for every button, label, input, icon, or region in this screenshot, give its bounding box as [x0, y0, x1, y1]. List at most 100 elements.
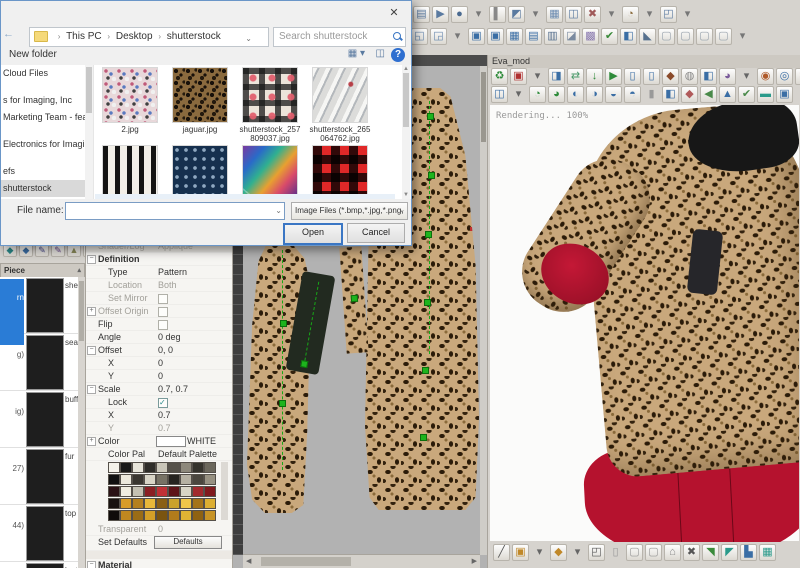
palette-color-cell[interactable] — [156, 462, 168, 473]
toolbar-icon[interactable]: ▾ — [603, 6, 620, 23]
toolbar-icon[interactable]: ◩ — [508, 6, 525, 23]
pattern-piece-strip[interactable] — [339, 246, 368, 353]
search-input[interactable]: Search shutterstock — [273, 27, 406, 47]
nav-item[interactable]: Electronics for Imaging, I — [1, 136, 93, 153]
toolbar-icon[interactable]: ▾ — [679, 6, 696, 23]
file-item[interactable]: 2.jpg — [97, 67, 163, 134]
back-icon[interactable]: ← — [3, 28, 14, 40]
file-item[interactable]: shutterstock_265 064762.jpg — [307, 67, 373, 143]
nav-item[interactable]: Marketing Team - feature — [1, 109, 93, 126]
palette-color-cell[interactable] — [144, 498, 156, 509]
toolbar-icon[interactable]: ◰ — [588, 544, 605, 561]
toolbar-icon[interactable]: ▲ — [719, 86, 736, 103]
toolbar-icon[interactable]: ▾ — [738, 68, 755, 85]
nav-scrollbar[interactable] — [85, 65, 93, 199]
toolbar-icon[interactable]: ◍ — [681, 68, 698, 85]
color-palette-grid[interactable] — [108, 462, 230, 522]
file-item[interactable]: shutterstock_257 809037.jpg — [237, 67, 303, 143]
palette-color-cell[interactable] — [132, 510, 144, 521]
piece-thumbnail[interactable] — [26, 335, 64, 390]
help-icon[interactable]: ? — [391, 48, 405, 62]
file-thumbnail[interactable] — [102, 67, 158, 123]
toolbar-icon[interactable]: ▾ — [734, 28, 751, 45]
piece-thumbnail[interactable] — [26, 563, 64, 568]
palette-color-cell[interactable] — [192, 462, 204, 473]
nav-item[interactable]: efs — [1, 163, 93, 180]
toolbar-icon[interactable]: ◎ — [776, 68, 793, 85]
expand-icon[interactable]: + — [87, 307, 96, 316]
file-thumbnail[interactable] — [312, 145, 368, 199]
file-thumbnail[interactable] — [102, 145, 158, 199]
file-item[interactable]: jaguar.jpg — [167, 67, 233, 134]
palette-color-cell[interactable] — [132, 486, 144, 497]
toolbar-icon[interactable]: ◀ — [700, 86, 717, 103]
toolbar-icon[interactable]: ▣ — [468, 28, 485, 45]
toolbar-icon[interactable]: ▤ — [413, 6, 430, 23]
palette-color-cell[interactable] — [120, 510, 132, 521]
toolbar-icon[interactable]: ● — [451, 6, 468, 23]
breadcrumb-this-pc[interactable]: This PC — [66, 31, 102, 42]
palette-color-cell[interactable] — [180, 510, 192, 521]
palette-color-cell[interactable] — [192, 498, 204, 509]
toolbar-icon[interactable]: ◆ — [550, 544, 567, 561]
scroll-up-icon[interactable]: ▲ — [402, 65, 410, 73]
palette-color-cell[interactable] — [120, 486, 132, 497]
breadcrumb-desktop[interactable]: Desktop — [116, 31, 153, 42]
toolbar-icon[interactable]: ◉ — [757, 68, 774, 85]
toolbar-icon[interactable]: ▬ — [757, 86, 774, 103]
palette-color-cell[interactable] — [132, 462, 144, 473]
flip-checkbox[interactable] — [158, 320, 168, 330]
breadcrumb-dropdown-icon[interactable]: ⌄ — [245, 30, 252, 47]
piece-list-scrollbar[interactable] — [78, 277, 85, 568]
toolbar-icon[interactable]: ◫ — [491, 86, 508, 103]
piece-thumbnail[interactable] — [26, 278, 64, 333]
property-group-material[interactable]: − Material — [86, 559, 232, 568]
new-folder-button[interactable]: New folder — [9, 49, 57, 60]
palette-color-cell[interactable] — [120, 498, 132, 509]
palette-color-cell[interactable] — [156, 474, 168, 485]
scroll-right-icon[interactable]: ▶ — [472, 557, 477, 565]
toolbar-icon[interactable]: ◧ — [620, 28, 637, 45]
piece-row[interactable]: 44) top s — [0, 505, 78, 562]
file-item[interactable]: shutterstock_385 — [237, 145, 303, 199]
palette-color-cell[interactable] — [192, 474, 204, 485]
palette-color-cell[interactable] — [120, 474, 132, 485]
toolbar-icon[interactable]: ◥ — [702, 544, 719, 561]
palette-color-cell[interactable] — [144, 510, 156, 521]
expand-icon[interactable]: + — [87, 437, 96, 446]
palette-color-cell[interactable] — [192, 486, 204, 497]
piece-row[interactable]: 27) fur — [0, 448, 78, 505]
toolbar-icon[interactable]: ▶ — [432, 6, 449, 23]
toolbar-icon[interactable]: ▌ — [489, 6, 506, 23]
toolbar-icon[interactable]: ◰ — [660, 6, 677, 23]
file-item[interactable]: shutterstock_358 — [97, 145, 163, 199]
preview-pane-icon[interactable]: ◫ — [376, 48, 385, 59]
palette-color-cell[interactable] — [132, 498, 144, 509]
pattern-view-vscrollbar[interactable] — [480, 66, 487, 555]
palette-color-cell[interactable] — [204, 486, 216, 497]
lock-checkbox[interactable] — [158, 398, 168, 408]
file-thumbnail[interactable] — [172, 145, 228, 199]
toolbar-icon[interactable]: ▶ — [605, 68, 622, 85]
toolbar-icon[interactable]: ◱ — [411, 28, 428, 45]
palette-color-cell[interactable] — [120, 462, 132, 473]
toolbar-icon[interactable]: ▥ — [544, 28, 561, 45]
palette-color-cell[interactable] — [156, 498, 168, 509]
toolbar-icon[interactable]: ◔ — [529, 86, 546, 103]
toolbar-icon[interactable]: ◆ — [662, 68, 679, 85]
collapse-icon[interactable]: − — [87, 561, 96, 568]
pattern-view-hscrollbar[interactable]: ◀ ▶ — [243, 554, 480, 568]
toolbar-icon[interactable]: ◪ — [563, 28, 580, 45]
palette-color-cell[interactable] — [180, 474, 192, 485]
palette-scrollbar[interactable] — [221, 462, 228, 520]
palette-color-cell[interactable] — [204, 462, 216, 473]
color-swatch[interactable] — [156, 436, 186, 447]
palette-color-cell[interactable] — [144, 462, 156, 473]
toolbar-icon[interactable]: ▣ — [776, 86, 793, 103]
toolbar-icon[interactable]: ⌂ — [664, 544, 681, 561]
file-thumbnail[interactable] — [242, 67, 298, 123]
toolbar-icon[interactable]: ▾ — [529, 68, 546, 85]
file-list-scrollbar[interactable]: ▲ ▼ — [402, 65, 410, 199]
piece-row[interactable]: 40) leath — [0, 562, 78, 568]
toolbar-icon[interactable]: ♻ — [491, 68, 508, 85]
